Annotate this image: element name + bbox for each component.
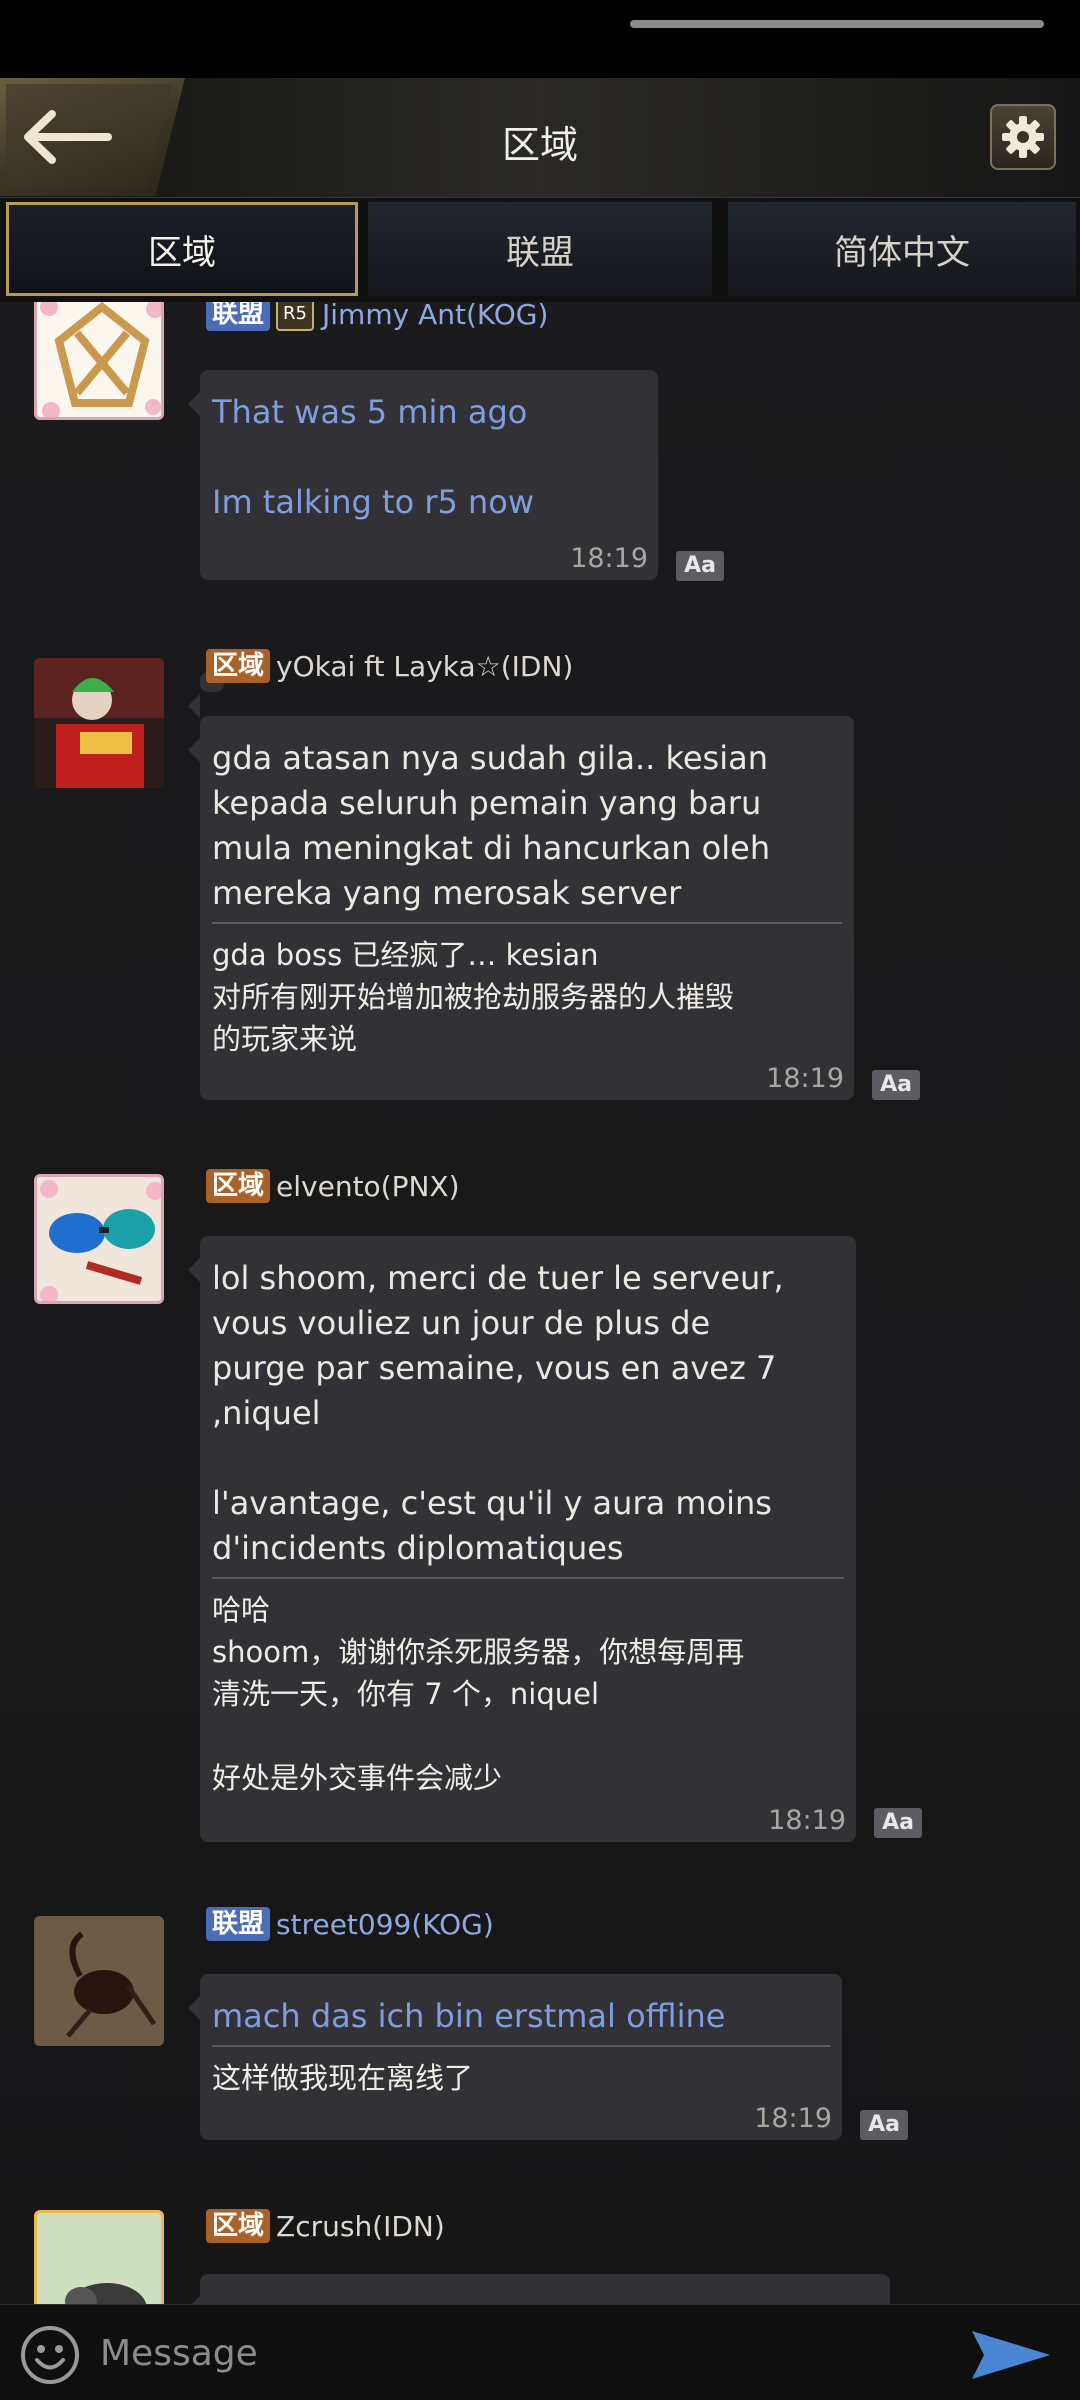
message-text: gda atasan nya sudah gila.. kesian kepad… — [212, 739, 771, 912]
alliance-badge: 联盟 — [206, 1907, 271, 1941]
chat-list[interactable]: 联盟 R5 Jimmy Ant(KOG) That was 5 min ago … — [0, 302, 1080, 2304]
message-bubble[interactable]: gda atasan nya sudah gila.. kesian kepad… — [188, 716, 854, 1100]
tab-region[interactable]: 区域 — [6, 202, 358, 296]
message-time: 18:19 — [570, 543, 648, 574]
message-bubble[interactable]: That was 5 min ago Im talking to r5 now … — [188, 370, 658, 580]
message-text: mach das ich bin erstmal offline — [212, 1997, 726, 2035]
settings-button[interactable] — [990, 104, 1056, 170]
emoji-button[interactable] — [20, 2325, 80, 2385]
sender-name[interactable]: elvento(PNX) — [276, 1170, 460, 1203]
translation-divider — [212, 1577, 844, 1579]
sender-name[interactable]: Zcrush(IDN) — [276, 2210, 445, 2243]
region-badge: 区域 — [206, 2209, 271, 2243]
message-time: 18:19 — [766, 1063, 844, 1094]
alliance-badge: 联盟 — [206, 302, 271, 331]
avatar[interactable] — [34, 2210, 164, 2304]
avatar[interactable] — [34, 1174, 164, 1304]
sender-name[interactable]: Jimmy Ant(KOG) — [322, 302, 548, 331]
translate-toggle[interactable]: Aa — [872, 1070, 920, 1100]
page-title: 区域 — [501, 123, 578, 167]
sender-line: 区域 yOkai ft Layka☆(IDN) — [206, 648, 573, 684]
sender-name[interactable]: street099(KOG) — [276, 1908, 494, 1941]
message-bubble[interactable]: mach das ich bin erstmal offline 这样做我现在离… — [188, 1974, 842, 2140]
channel-tabs: 区域 联盟 简体中文 — [0, 198, 1080, 302]
region-badge: 区域 — [206, 1169, 271, 1203]
translate-toggle[interactable]: Aa — [676, 551, 724, 581]
avatar[interactable] — [34, 658, 164, 788]
translate-toggle[interactable]: Aa — [874, 1808, 922, 1838]
status-indicator — [630, 20, 1044, 28]
sender-line: 区域 Zcrush(IDN) — [206, 2208, 445, 2244]
status-bar — [0, 0, 1080, 78]
translation-text: 这样做我现在离线了 — [212, 2061, 474, 2095]
smiley-icon — [21, 2326, 79, 2384]
translation-divider — [212, 922, 842, 924]
sender-line: 区域 elvento(PNX) — [206, 1168, 460, 1204]
rank-badge: R5 — [276, 302, 315, 331]
sunglasses-avatar-icon — [37, 1177, 161, 1301]
sender-name[interactable]: yOkai ft Layka☆(IDN) — [276, 650, 573, 683]
translation-divider — [212, 2045, 830, 2047]
tab-alliance[interactable]: 联盟 — [368, 202, 712, 296]
message-composer — [0, 2304, 1080, 2400]
sender-line: 联盟 R5 Jimmy Ant(KOG) — [206, 302, 548, 332]
tab-simplified-chinese[interactable]: 简体中文 — [728, 202, 1076, 296]
gear-icon — [1002, 116, 1044, 158]
user-photo-icon — [34, 658, 164, 788]
translation-text: gda boss 已经疯了… kesian 对所有刚开始增加被抢劫服务器的人摧毁… — [212, 938, 735, 1056]
message-bubble[interactable] — [188, 2274, 890, 2304]
avatar[interactable] — [34, 1916, 164, 2046]
message-time: 18:19 — [768, 1805, 846, 1836]
message-input[interactable] — [100, 2319, 940, 2387]
send-button[interactable] — [970, 2327, 1054, 2383]
message-time: 18:19 — [754, 2103, 832, 2134]
header: 区域 — [0, 78, 1080, 198]
translate-toggle[interactable]: Aa — [860, 2110, 908, 2140]
send-arrow-icon — [972, 2331, 1050, 2379]
message-bubble[interactable]: lol shoom, merci de tuer le serveur, vou… — [188, 1236, 856, 1842]
sender-line: 联盟 street099(KOG) — [206, 1906, 494, 1942]
avatar[interactable] — [34, 302, 164, 420]
beetle-avatar-icon — [34, 1916, 164, 2046]
alliance-emblem-icon — [37, 302, 161, 417]
region-badge: 区域 — [206, 649, 271, 683]
message-text: lol shoom, merci de tuer le serveur, vou… — [212, 1259, 784, 1567]
creature-avatar-icon — [37, 2213, 161, 2304]
translation-text: 哈哈 shoom，谢谢你杀死服务器，你想每周再 清洗一天，你有 7 个，niqu… — [212, 1593, 745, 1795]
message-text: That was 5 min ago Im talking to r5 now — [212, 393, 535, 521]
